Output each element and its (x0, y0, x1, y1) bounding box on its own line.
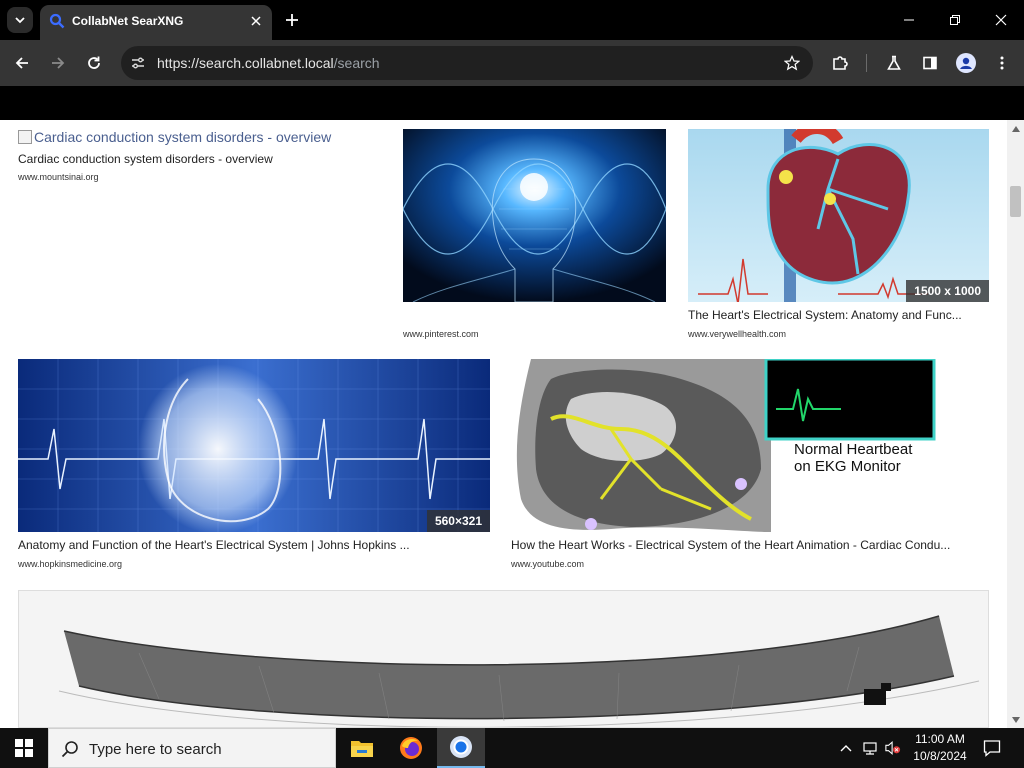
result-title[interactable]: Cardiac conduction system disorders - ov… (18, 152, 378, 166)
result-thumbnail[interactable]: 560×321 (18, 359, 490, 532)
search-icon (61, 740, 79, 763)
result-site: www.verywellhealth.com (688, 329, 787, 339)
taskbar-app-file-explorer[interactable] (338, 728, 386, 768)
result-card[interactable]: Cardiac conduction system disorders - ov… (0, 120, 390, 190)
tray-overflow-chevron-icon[interactable] (838, 740, 854, 756)
folder-icon (351, 741, 373, 757)
puzzle-icon (833, 56, 848, 70)
volume-muted-icon[interactable] (885, 740, 901, 756)
tab-title: CollabNet SearXNG (72, 14, 184, 28)
minimize-icon (904, 19, 914, 21)
page-scrollbar[interactable] (1007, 120, 1024, 728)
result-thumbnail[interactable]: Normal Heartbeat on EKG Monitor (511, 359, 989, 532)
broken-image-alt: Cardiac conduction system disorders - ov… (34, 129, 332, 145)
firefox-icon (400, 737, 422, 759)
scrollbar-thumb[interactable] (1010, 186, 1021, 217)
tab-search-button[interactable] (7, 7, 33, 33)
result-card[interactable]: 560×321 Anatomy and Function of the Hear… (18, 359, 490, 571)
result-site: www.youtube.com (511, 559, 585, 569)
close-icon (995, 14, 1007, 26)
resolution-badge: 1500 x 1000 (906, 280, 989, 302)
scroll-up-arrow[interactable] (1007, 120, 1024, 137)
result-card[interactable]: Normal Heartbeat on EKG Monitor How the … (511, 359, 989, 571)
taskbar-app-chrome[interactable] (437, 728, 485, 768)
arrow-left-icon (15, 57, 28, 69)
image-results: Cardiac conduction system disorders - ov… (0, 120, 1007, 728)
side-panel-icon (923, 56, 937, 70)
restore-icon (950, 15, 960, 25)
forward-button[interactable] (46, 51, 70, 75)
close-window-button[interactable] (978, 0, 1024, 40)
restore-button[interactable] (932, 0, 978, 40)
extensions-button[interactable] (828, 51, 852, 75)
network-icon[interactable] (862, 740, 878, 756)
taskbar: Type here to search 11:00 AM 10/8/2024 (0, 728, 1024, 768)
side-panel-button[interactable] (918, 51, 942, 75)
clock-time: 11:00 AM (915, 732, 965, 746)
result-title[interactable]: Anatomy and Function of the Heart's Elec… (18, 538, 490, 552)
taskbar-search-box[interactable]: Type here to search (48, 728, 336, 768)
clock-date: 10/8/2024 (913, 749, 967, 763)
result-title[interactable]: How the Heart Works - Electrical System … (511, 538, 989, 552)
toolbar-separator (866, 54, 867, 72)
notifications-button[interactable] (980, 736, 1004, 760)
broken-image-icon (18, 130, 32, 144)
image-caption: on EKG Monitor (794, 458, 901, 475)
avatar-icon (956, 53, 976, 73)
menu-button[interactable] (990, 51, 1014, 75)
browser-window: CollabNet SearXNG https://search.collabn… (0, 0, 1024, 728)
taskbar-clock[interactable]: 11:00 AM 10/8/2024 (908, 731, 972, 765)
more-vertical-icon (1000, 56, 1004, 70)
chevron-down-icon (15, 17, 25, 24)
notification-icon (983, 740, 1001, 757)
result-card[interactable]: 1500 x 1000 The Heart's Electrical Syste… (688, 129, 989, 339)
tab-strip: CollabNet SearXNG (0, 0, 1024, 40)
windows-logo-icon (15, 739, 33, 757)
reload-button[interactable] (82, 51, 106, 75)
triangle-up-icon (1011, 125, 1020, 132)
result-title[interactable]: The Heart's Electrical System: Anatomy a… (688, 308, 989, 322)
triangle-down-icon (1011, 716, 1020, 723)
result-site: www.hopkinsmedicine.org (18, 559, 123, 569)
plus-icon (286, 14, 298, 26)
close-icon[interactable] (248, 13, 264, 29)
back-button[interactable] (10, 51, 34, 75)
image-caption: Normal Heartbeat (794, 441, 913, 458)
site-info-icon[interactable] (129, 54, 147, 72)
tab-active[interactable]: CollabNet SearXNG (40, 5, 272, 40)
url-text: https://search.collabnet.local/search (157, 55, 380, 71)
toolbar: https://search.collabnet.local/search (0, 40, 1024, 86)
result-site: www.mountsinai.org (18, 172, 99, 182)
profile-button[interactable] (954, 51, 978, 75)
arrow-right-icon (52, 57, 65, 69)
scroll-down-arrow[interactable] (1007, 711, 1024, 728)
result-thumbnail[interactable]: 1500 x 1000 (688, 129, 989, 302)
result-site: www.pinterest.com (403, 329, 479, 339)
result-thumbnail[interactable] (18, 590, 989, 728)
reload-icon (88, 56, 100, 69)
minimize-button[interactable] (886, 0, 932, 40)
flask-icon (887, 55, 901, 70)
resolution-badge: 560×321 (426, 510, 490, 532)
broken-image[interactable]: Cardiac conduction system disorders - ov… (18, 129, 331, 145)
new-tab-button[interactable] (282, 10, 302, 30)
taskbar-app-firefox[interactable] (387, 728, 435, 768)
address-bar[interactable]: https://search.collabnet.local/search (121, 46, 813, 80)
labs-button[interactable] (882, 51, 906, 75)
url-path: /search (333, 55, 380, 71)
search-icon (49, 13, 65, 34)
result-card[interactable] (18, 590, 989, 728)
taskbar-search-placeholder: Type here to search (89, 741, 222, 758)
page-top-bar (0, 86, 1024, 120)
start-button[interactable] (0, 728, 48, 768)
result-card[interactable]: www.pinterest.com (403, 129, 666, 339)
url-host: https://search.collabnet.local (157, 55, 334, 71)
result-thumbnail[interactable] (403, 129, 666, 302)
chrome-icon (450, 736, 472, 758)
bookmark-star-icon[interactable] (783, 54, 801, 72)
